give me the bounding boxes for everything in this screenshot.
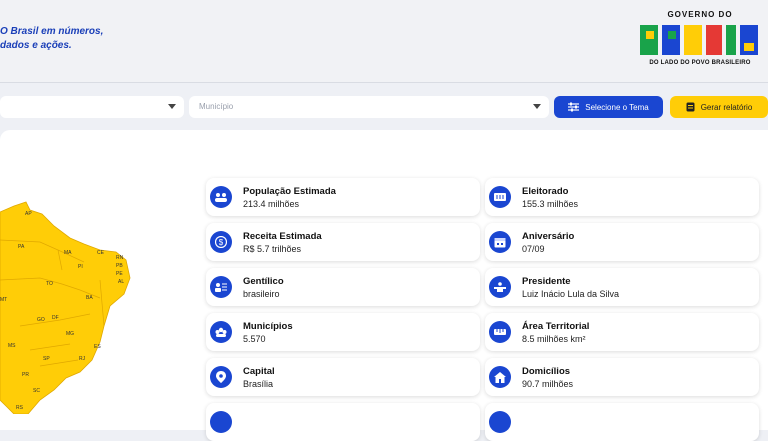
svg-text:$: $ [219,238,224,247]
report-icon [686,102,695,112]
logo-top-text: GOVERNO DO [667,10,733,19]
card-value: Brasília [243,379,274,389]
card-label: Gentílico [243,276,284,287]
state-label: DF [52,315,59,321]
ballot-icon [489,186,511,208]
card-value: 213.4 milhões [243,199,300,209]
state-label: MT [0,297,8,303]
card-gentilico[interactable]: Gentílico brasileiro [206,268,480,306]
card-receita[interactable]: $ Receita Estimada R$ 5.7 trilhões [206,223,480,261]
state-label: CE [97,250,104,256]
dollar-icon: $ [210,231,232,253]
state-label: PR [22,372,29,378]
tagline-line-2: dados e ações. [0,40,72,51]
state-label: RJ [79,356,86,362]
card-area[interactable]: Área Territorial 8.5 milhões km² [485,313,759,351]
governo-brasil-logo[interactable]: GOVERNO DO DO LADO DO POVO BRASILEIRO [638,10,762,72]
card-label: População Estimada [243,186,336,197]
tagline-line-1: O Brasil em números, [0,26,104,37]
state-label: SP [43,356,50,362]
card-capital[interactable]: Capital Brasília [206,358,480,396]
state-label: ES [94,344,101,350]
logo-bottom-text: DO LADO DO POVO BRASILEIRO [649,60,751,66]
house-icon [489,366,511,388]
partial-icon [489,411,511,433]
chevron-down-icon [533,104,541,109]
group-icon [210,321,232,343]
card-partial[interactable] [206,403,480,441]
ruler-icon [489,321,511,343]
partial-icon [210,411,232,433]
logo-wordmark [640,25,758,55]
state-label: PB [116,263,123,269]
card-label: Capital [243,366,275,377]
card-label: Receita Estimada [243,231,322,242]
calendar-icon [489,231,511,253]
card-municipios[interactable]: Municípios 5.570 [206,313,480,351]
people-icon [210,186,232,208]
state-label: PE [116,271,123,277]
map-pin-icon [210,366,232,388]
state-label: RN [116,255,124,261]
card-partial[interactable] [485,403,759,441]
card-value: R$ 5.7 trilhões [243,244,302,254]
state-label: MA [64,250,72,256]
card-value: brasileiro [243,289,280,299]
generate-report-button[interactable]: Gerar relatório [670,96,768,118]
state-label: SC [33,388,40,394]
main-panel: AP PA MA CE RN PB PE AL PI TO BA MT GO D… [0,130,768,441]
state-label: RS [16,405,23,411]
card-value: 155.3 milhões [522,199,579,209]
card-value: 8.5 milhões km² [522,334,586,344]
person-id-icon [210,276,232,298]
card-presidente[interactable]: Presidente Luiz Inácio Lula da Silva [485,268,759,306]
state-label: TO [46,281,53,287]
card-populacao[interactable]: População Estimada 213.4 milhões [206,178,480,216]
card-eleitorado[interactable]: Eleitorado 155.3 milhões [485,178,759,216]
card-aniversario[interactable]: Aniversário 07/09 [485,223,759,261]
card-value: 90.7 milhões [522,379,574,389]
state-select[interactable] [0,96,184,118]
card-label: Eleitorado [522,186,569,197]
municipio-select[interactable]: Município [189,96,549,118]
filter-bar: Município Selecione o Tema Gerar relatór… [0,83,768,129]
state-label: MG [66,331,75,337]
card-label: Municípios [243,321,293,332]
generate-report-label: Gerar relatório [700,102,753,112]
state-label: PI [78,264,83,270]
state-label: GO [37,317,45,323]
chevron-down-icon [168,104,176,109]
card-label: Área Territorial [522,321,590,332]
card-value: 5.570 [243,334,266,344]
state-label: AP [25,211,32,217]
state-label: PA [18,244,25,250]
card-domicilios[interactable]: Domicílios 90.7 milhões [485,358,759,396]
select-theme-button[interactable]: Selecione o Tema [554,96,663,118]
card-label: Presidente [522,276,571,287]
card-label: Domicílios [522,366,571,377]
card-value: 07/09 [522,244,545,254]
state-label: MS [8,343,16,349]
brazil-map[interactable]: AP PA MA CE RN PB PE AL PI TO BA MT GO D… [0,130,180,415]
card-value: Luiz Inácio Lula da Silva [522,289,620,299]
state-label: BA [86,295,93,301]
state-label: AL [118,279,125,285]
tagline: O Brasil em números, dados e ações. [0,25,103,53]
podium-icon [489,276,511,298]
sliders-icon [568,102,580,112]
select-theme-label: Selecione o Tema [585,102,649,112]
municipio-placeholder: Município [199,102,234,111]
header: O Brasil em números, dados e ações. GOVE… [0,0,768,83]
card-label: Aniversário [522,231,575,242]
